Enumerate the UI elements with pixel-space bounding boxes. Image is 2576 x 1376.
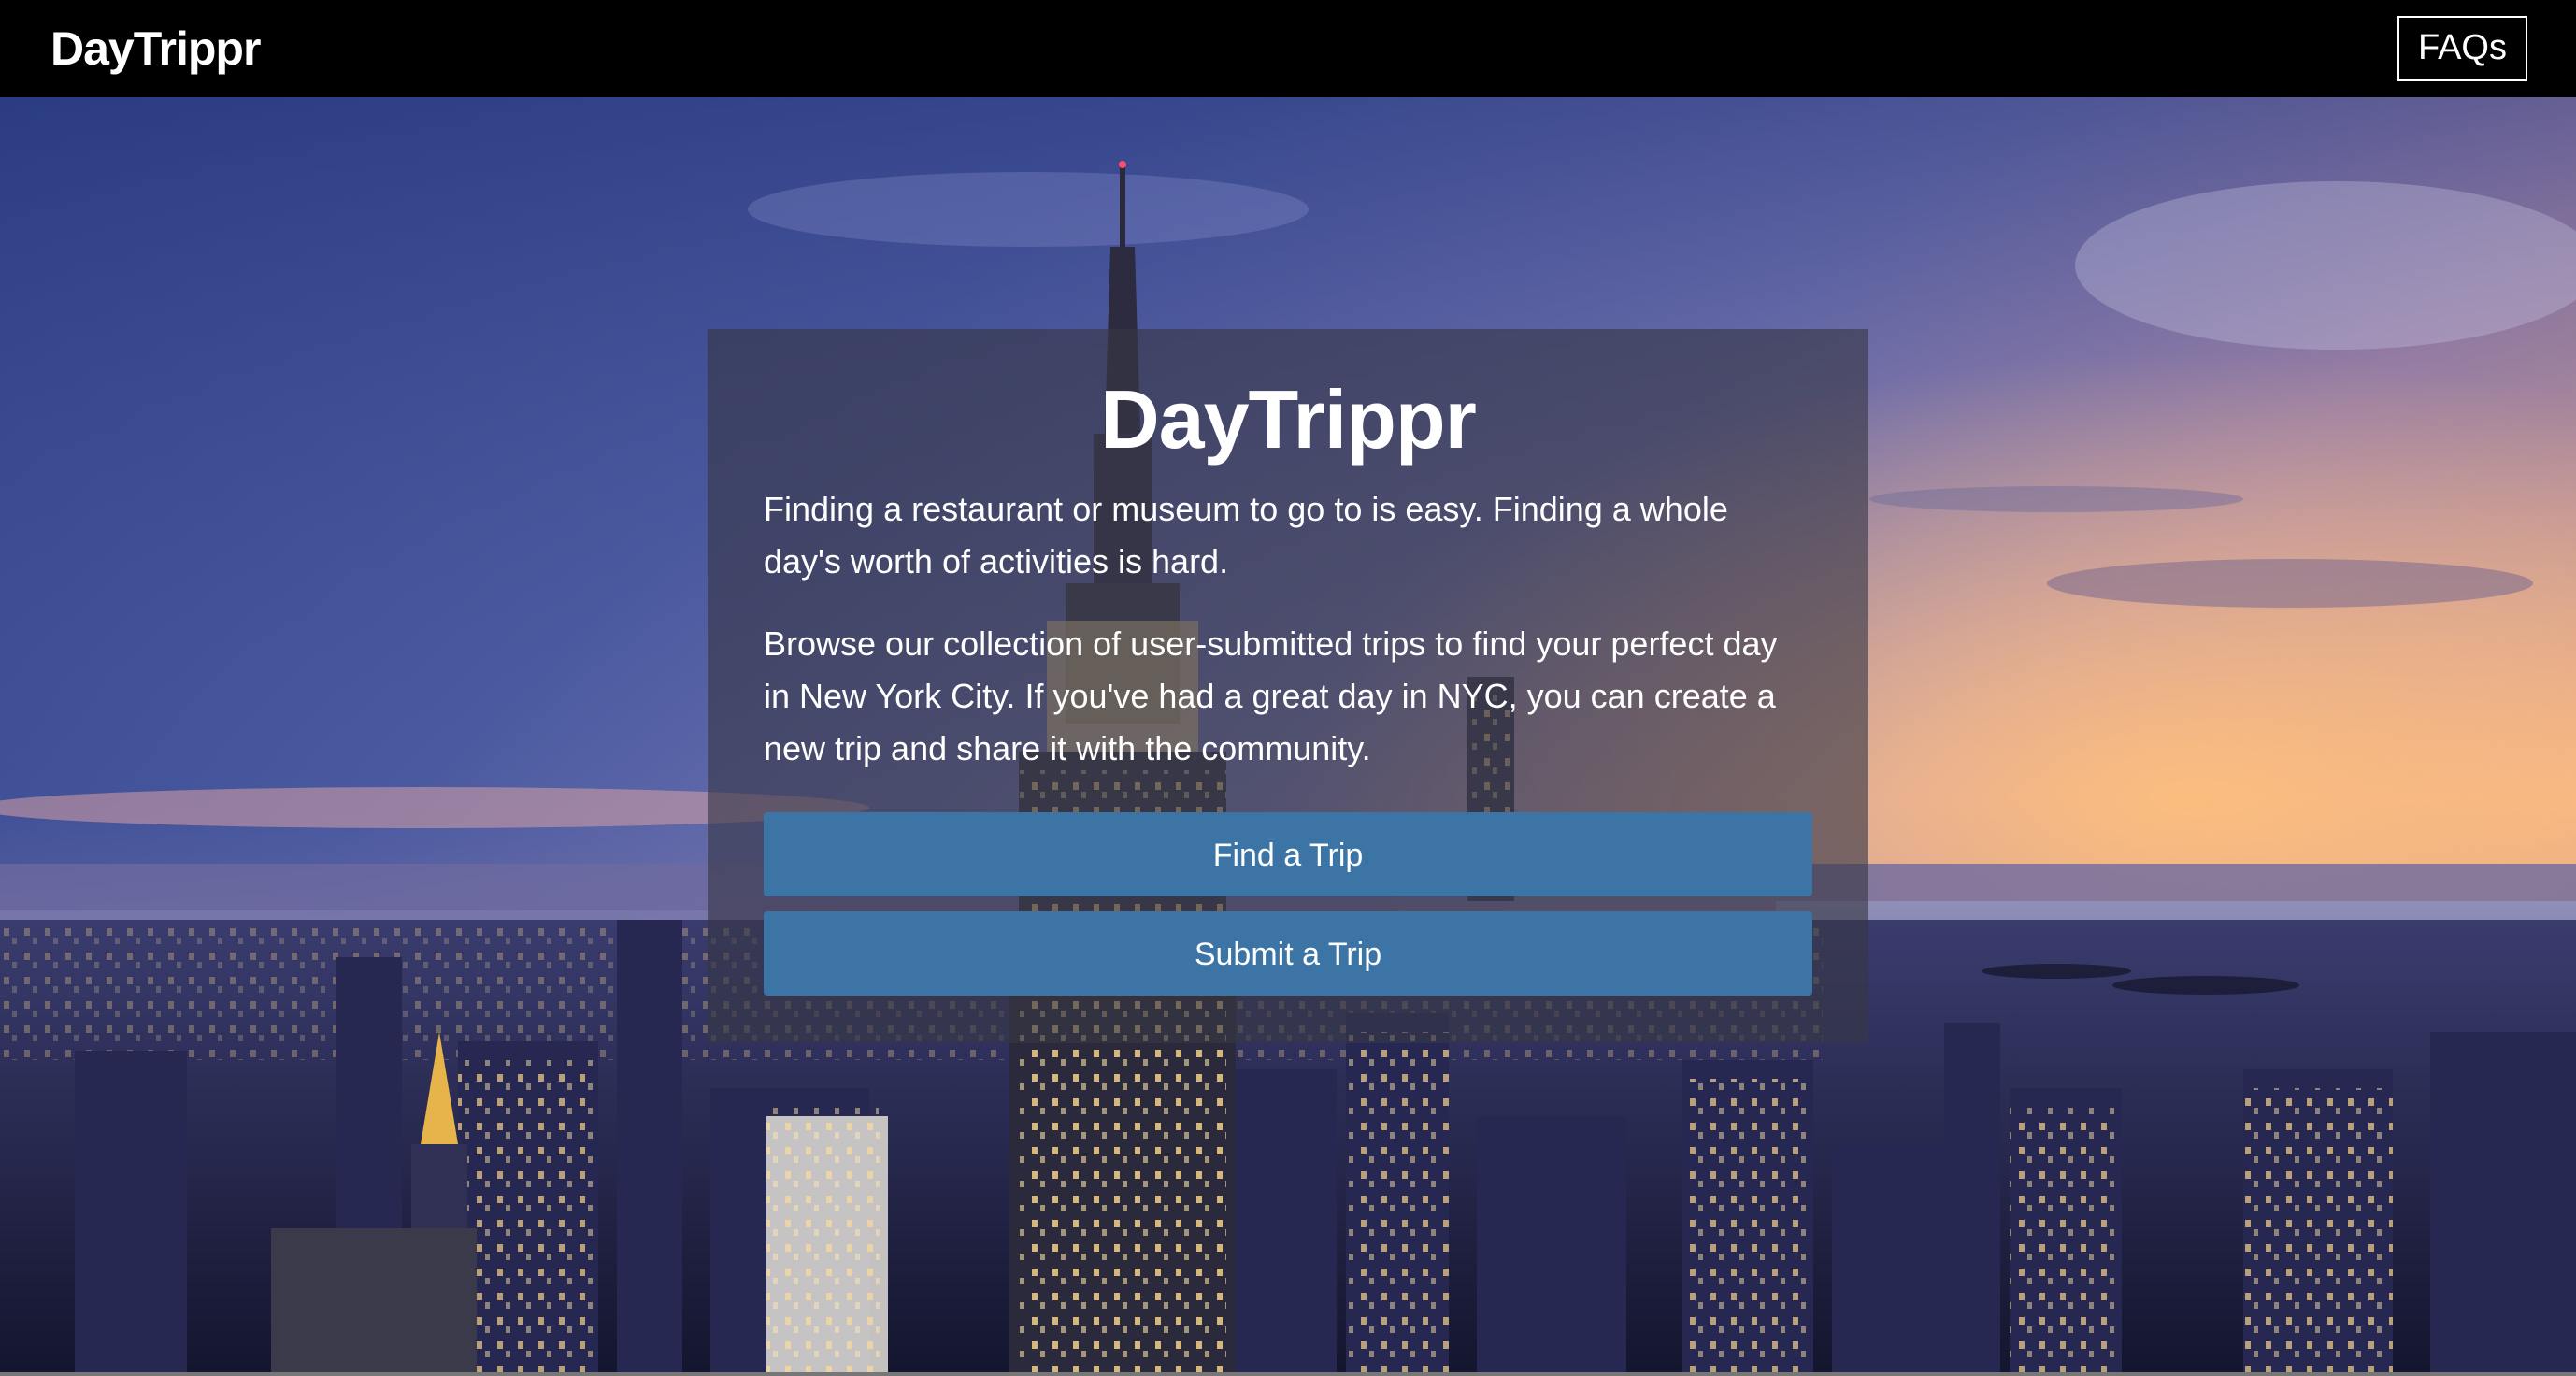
- page-bottom-edge: [0, 1372, 2576, 1376]
- brand-logo[interactable]: DayTrippr: [50, 22, 261, 76]
- hero-intro-text: Finding a restaurant or museum to go to …: [764, 490, 1728, 581]
- top-navbar: DayTrippr FAQs: [0, 0, 2576, 97]
- hero-title: DayTrippr: [1100, 373, 1477, 466]
- hero-card: DayTrippr Finding a restaurant or museum…: [708, 329, 1868, 1043]
- hero-description-text: Browse our collection of user-submitted …: [764, 624, 1778, 768]
- faqs-link[interactable]: FAQs: [2397, 16, 2527, 81]
- submit-trip-button[interactable]: Submit a Trip: [764, 911, 1812, 996]
- find-trip-button[interactable]: Find a Trip: [764, 812, 1812, 897]
